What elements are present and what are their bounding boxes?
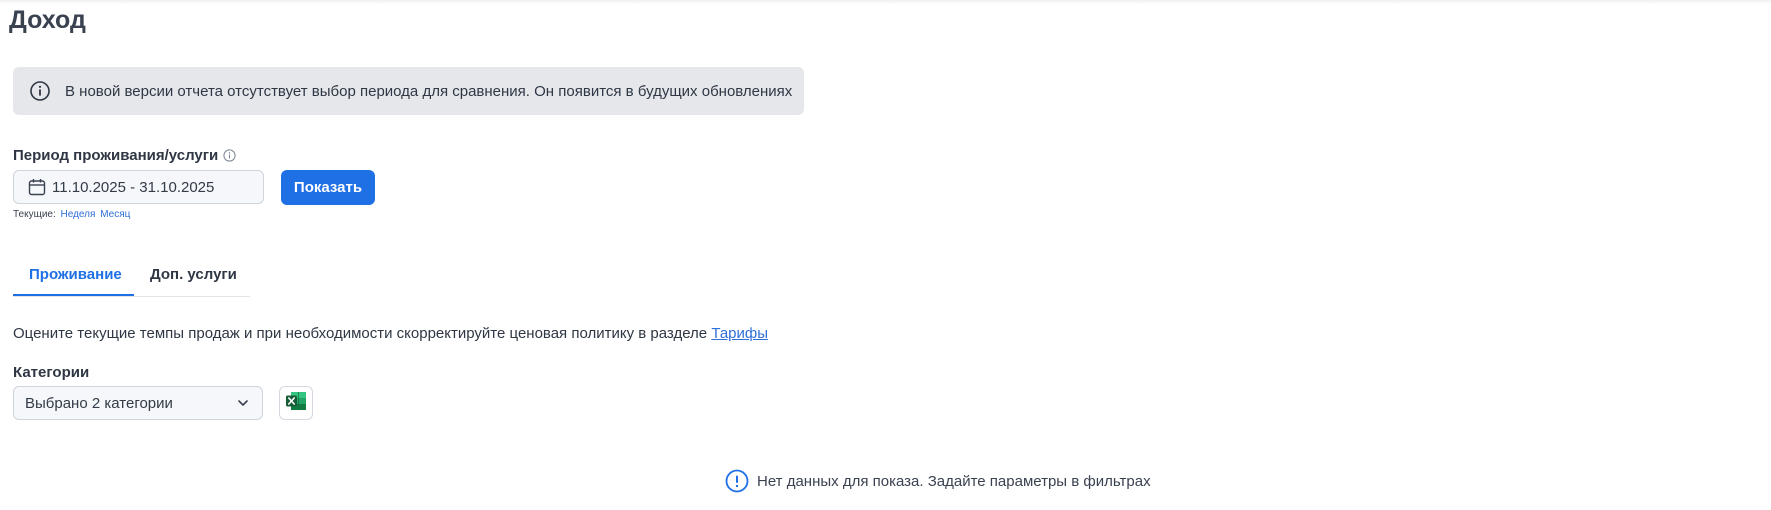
tab-accommodation[interactable]: Проживание [29, 266, 122, 283]
info-banner-text: В новой версии отчета отсутствует выбор … [65, 82, 793, 100]
period-date-range-value: 11.10.2025 - 31.10.2025 [52, 178, 215, 196]
page-title: Доход [9, 6, 86, 34]
quick-link-month[interactable]: Месяц [100, 209, 130, 220]
tariffs-link[interactable]: Тарифы [711, 325, 768, 342]
period-label: Период проживания/услуги [13, 147, 236, 164]
empty-state: Нет данных для показа. Задайте параметры… [725, 469, 1151, 493]
active-tab-underline [13, 294, 134, 296]
categories-label: Категории [13, 364, 90, 381]
period-label-text: Период проживания/услуги [13, 147, 219, 164]
description: Оцените текущие темпы продаж и при необх… [13, 325, 768, 342]
exclamation-circle-icon [725, 469, 749, 493]
info-banner: В новой версии отчета отсутствует выбор … [13, 67, 804, 115]
tabs: Проживание Доп. услуги [13, 256, 250, 297]
excel-icon [285, 390, 307, 417]
period-date-range-field[interactable]: 11.10.2025 - 31.10.2025 [13, 170, 264, 204]
calendar-icon [28, 178, 46, 196]
quick-period-links: Текущие: Неделя Месяц [13, 209, 130, 220]
top-shadow [0, 0, 1771, 4]
info-circle-icon[interactable] [223, 149, 236, 162]
show-button[interactable]: Показать [281, 170, 375, 205]
chevron-down-icon [236, 396, 250, 410]
categories-select[interactable]: Выбрано 2 категории [13, 386, 263, 420]
quick-period-label: Текущие: [13, 209, 56, 220]
info-icon [29, 80, 51, 102]
description-text: Оцените текущие темпы продаж и при необх… [13, 325, 712, 342]
tab-extra-services[interactable]: Доп. услуги [150, 266, 237, 283]
quick-link-week[interactable]: Неделя [61, 209, 96, 220]
excel-export-button[interactable] [279, 386, 313, 420]
categories-selected-value: Выбрано 2 категории [25, 394, 173, 412]
empty-state-text: Нет данных для показа. Задайте параметры… [757, 472, 1151, 490]
